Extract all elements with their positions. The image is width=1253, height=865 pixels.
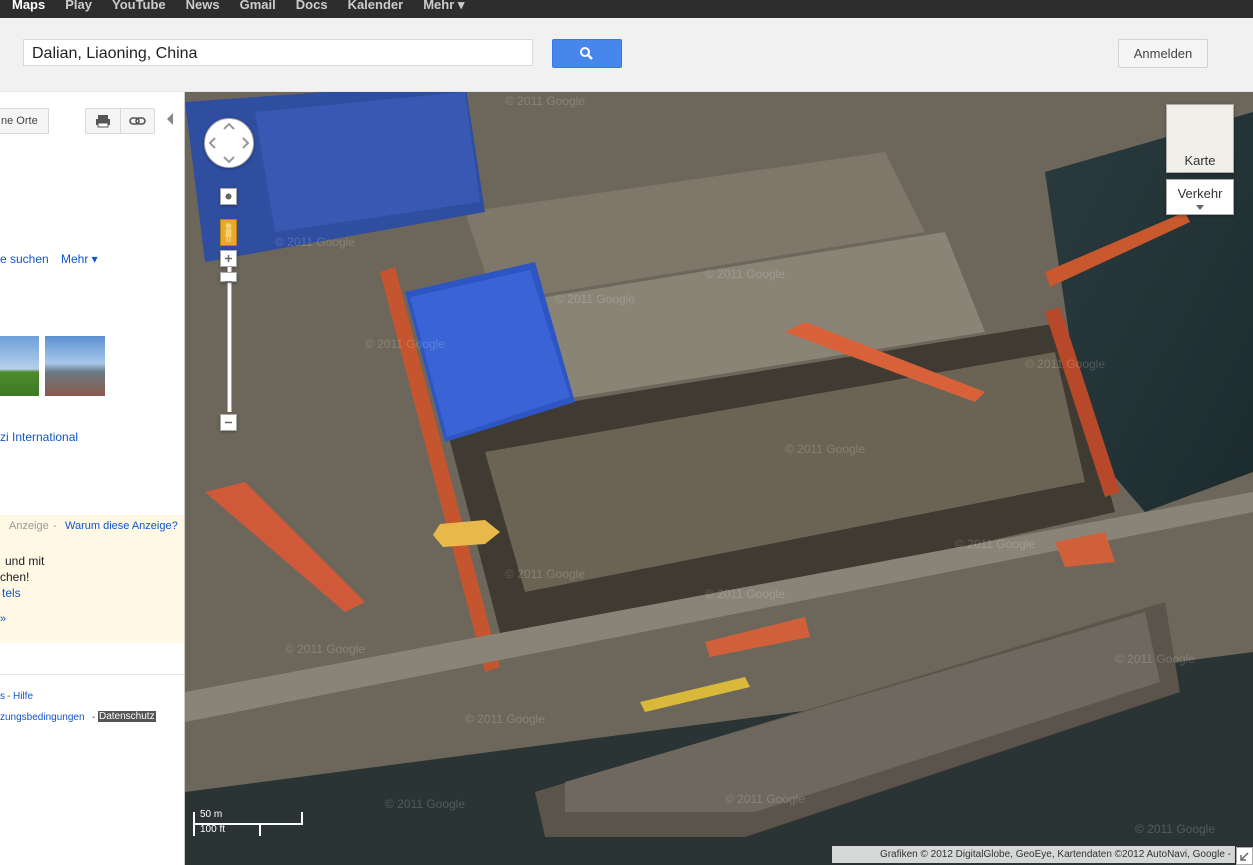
nav-item[interactable]: Mehr ▾: [423, 0, 464, 13]
map-type-karte-button[interactable]: Karte: [1166, 104, 1234, 173]
ad-why-link[interactable]: Warum diese Anzeige?: [65, 520, 178, 532]
plus-icon: [225, 255, 232, 262]
map-watermark: © 2011 Google: [705, 587, 786, 601]
map-watermark: © 2011 Google: [365, 337, 446, 351]
zoom-out-button[interactable]: [220, 414, 237, 431]
ad-box: Anzeige - Warum diese Anzeige? und mit c…: [0, 515, 184, 643]
my-places-label: ne Orte: [1, 115, 38, 127]
map-watermark: © 2011 Google: [465, 712, 546, 726]
nav-item[interactable]: Play: [65, 0, 92, 13]
zoom-handle[interactable]: [220, 272, 237, 283]
expand-arrow-icon: [1240, 852, 1249, 861]
divider: [0, 674, 184, 675]
map-watermark: © 2011 Google: [705, 267, 786, 281]
hotel-link[interactable]: zi International: [0, 430, 78, 444]
pegman-icon: [225, 223, 232, 242]
footer-link[interactable]: s: [0, 691, 5, 702]
chevron-down-icon: [1196, 205, 1204, 210]
location-dot-icon: [225, 193, 232, 200]
map-watermark: © 2011 Google: [275, 235, 356, 249]
footer-separator: -: [7, 691, 11, 702]
nav-item[interactable]: Maps: [12, 0, 45, 13]
footer-separator: -: [92, 712, 96, 723]
nav-item[interactable]: YouTube: [112, 0, 166, 13]
attribution-text: Grafiken © 2012 DigitalGlobe, GeoEye, Ka…: [879, 849, 1231, 860]
search-button[interactable]: [552, 39, 622, 68]
search-icon: [580, 47, 593, 60]
collapse-panel-icon[interactable]: [165, 112, 175, 126]
minus-icon: [225, 281, 232, 283]
signin-button[interactable]: Anmelden: [1118, 39, 1208, 68]
traffic-layer-button[interactable]: Verkehr: [1166, 179, 1234, 215]
ad-text: und mit: [5, 554, 45, 568]
more-link[interactable]: Mehr ▾: [61, 252, 98, 266]
top-nav-bar: Maps Play YouTube News Gmail Docs Kalender Mehr…: [0, 0, 1253, 18]
map-watermark: © 2011 Google: [385, 797, 466, 811]
map-attribution: Grafiken © 2012 DigitalGlobe, GeoEye, Ka…: [831, 846, 1235, 863]
map-watermark: © 2011 Google: [955, 537, 1036, 551]
karte-label: Karte: [1184, 153, 1216, 168]
nearby-search-link[interactable]: e suchen: [0, 252, 49, 266]
help-link[interactable]: Hilfe: [13, 691, 33, 702]
my-location-button[interactable]: [220, 188, 237, 205]
search-bar: Dalian, Liaoning, China Anmelden: [0, 18, 1253, 92]
traffic-label: Verkehr: [1177, 186, 1223, 201]
print-button[interactable]: [85, 108, 121, 134]
search-input[interactable]: Dalian, Liaoning, China: [23, 39, 533, 66]
link-button[interactable]: [120, 108, 155, 134]
scale-bar: 50 m 100 ft: [193, 809, 305, 836]
zoom-track[interactable]: [227, 267, 232, 412]
satellite-imagery: [185, 92, 1253, 865]
photo-thumbnail[interactable]: [45, 336, 105, 396]
map-watermark: © 2011 Google: [505, 94, 586, 108]
map-watermark: © 2011 Google: [1025, 357, 1106, 371]
nav-item[interactable]: Docs: [296, 0, 328, 13]
pan-arrows-icon: [208, 122, 250, 164]
link-icon: [129, 117, 146, 125]
print-icon: [96, 115, 110, 128]
top-nav: Maps Play YouTube News Gmail Docs Kalender Mehr…: [12, 0, 484, 13]
map-watermark: © 2011 Google: [555, 292, 636, 306]
nav-item[interactable]: Kalender: [348, 0, 404, 13]
scale-feet-label: 100 ft: [200, 824, 226, 835]
nav-item[interactable]: Gmail: [240, 0, 276, 13]
map-watermark: © 2011 Google: [1115, 652, 1196, 666]
ad-label: Anzeige: [9, 520, 49, 532]
terms-link[interactable]: zungsbedingungen: [0, 712, 85, 723]
my-places-button[interactable]: ne Orte: [0, 108, 49, 134]
ad-link[interactable]: tels: [2, 586, 21, 600]
map-watermark: © 2011 Google: [1135, 822, 1216, 836]
photo-thumbnail[interactable]: [0, 336, 39, 396]
map-watermark: © 2011 Google: [785, 442, 866, 456]
ad-more-link[interactable]: »: [0, 613, 6, 625]
zoom-in-button[interactable]: [220, 250, 237, 267]
map-watermark: © 2011 Google: [505, 567, 586, 581]
ad-separator: -: [53, 520, 57, 532]
minus-icon: [225, 421, 232, 424]
ad-text: chen!: [0, 570, 30, 584]
scale-meters-label: 50 m: [200, 809, 223, 820]
pan-control[interactable]: [204, 118, 254, 168]
map-watermark: © 2011 Google: [285, 642, 366, 656]
map-canvas[interactable]: © 2011 Google © 2011 Google © 2011 Googl…: [185, 92, 1253, 865]
nav-item[interactable]: News: [186, 0, 220, 13]
pegman-street-view[interactable]: [220, 219, 237, 246]
privacy-link[interactable]: Datenschutz: [98, 711, 156, 722]
overview-map-toggle[interactable]: [1236, 847, 1253, 865]
left-panel: ne Orte e suchen Mehr ▾ zi International…: [0, 92, 185, 865]
map-watermark: © 2011 Google: [725, 792, 806, 806]
